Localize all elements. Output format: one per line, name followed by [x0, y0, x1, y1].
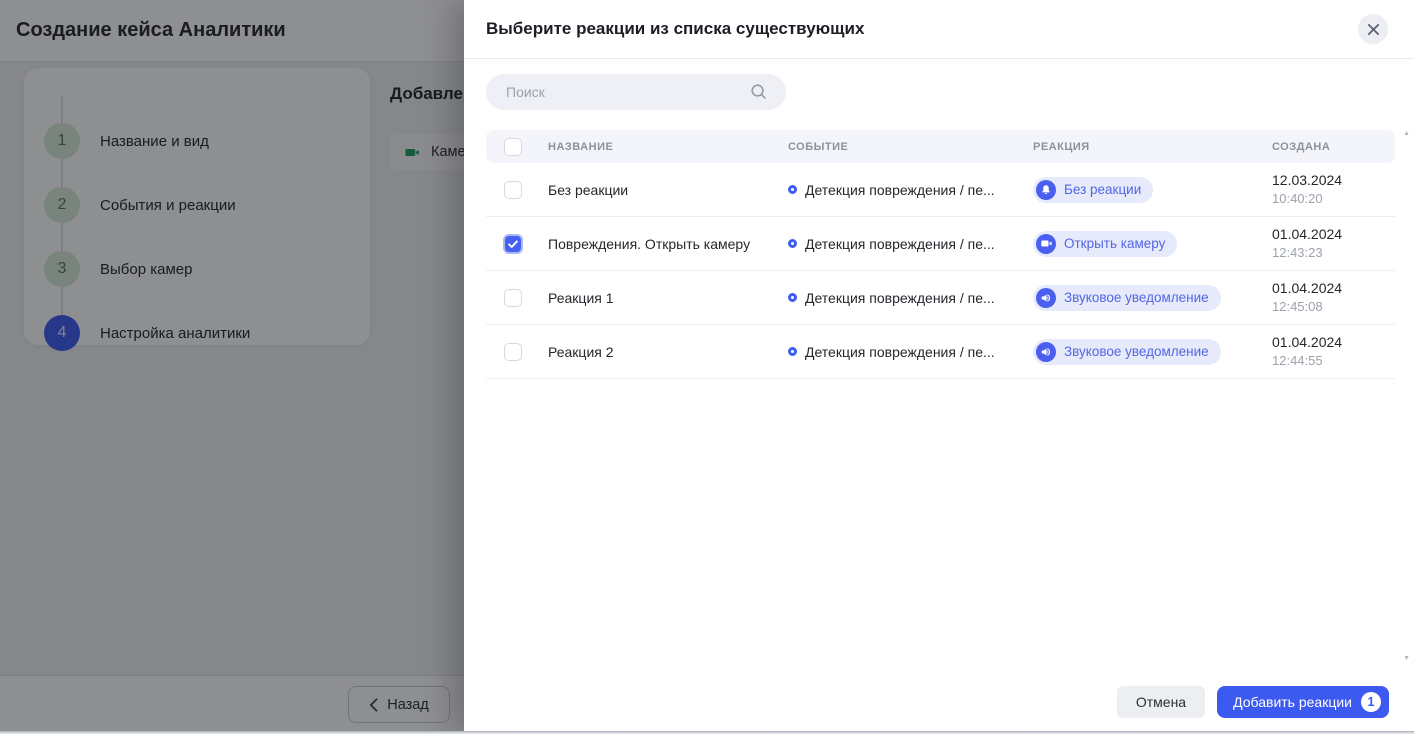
event-cell: Детекция повреждения / пе... — [772, 290, 1017, 306]
created-time: 12:45:08 — [1272, 298, 1395, 317]
column-header-event: СОБЫТИЕ — [772, 141, 1017, 153]
checkmark-icon — [507, 238, 519, 250]
row-checkbox[interactable] — [503, 234, 523, 254]
bell-icon — [1036, 180, 1056, 200]
reaction-cell: Звуковое уведомление — [1017, 339, 1256, 365]
reaction-name: Реакция 1 — [532, 290, 772, 306]
search-wrap — [486, 74, 786, 110]
search-icon — [749, 82, 768, 106]
column-header-created: СОЗДАНА — [1256, 141, 1395, 153]
speaker-icon — [1036, 288, 1056, 308]
row-checkbox[interactable] — [504, 181, 522, 199]
selected-count-badge: 1 — [1361, 692, 1381, 712]
created-cell: 01.04.2024 12:45:08 — [1256, 278, 1395, 317]
created-date: 12.03.2024 — [1272, 170, 1395, 190]
created-cell: 12.03.2024 10:40:20 — [1256, 170, 1395, 209]
modal-footer: Отмена Добавить реакции 1 — [1117, 686, 1389, 718]
event-name: Детекция повреждения / пе... — [805, 182, 995, 198]
reaction-badge: Открыть камеру — [1033, 231, 1177, 257]
event-type-icon — [788, 347, 797, 356]
column-header-reaction: РЕАКЦИЯ — [1017, 141, 1256, 153]
created-date: 01.04.2024 — [1272, 224, 1395, 244]
created-time: 12:44:55 — [1272, 352, 1395, 371]
add-reactions-label: Добавить реакции — [1233, 694, 1352, 710]
created-cell: 01.04.2024 12:43:23 — [1256, 224, 1395, 263]
table-header-row: НАЗВАНИЕ СОБЫТИЕ РЕАКЦИЯ СОЗДАНА — [486, 130, 1395, 163]
modal-title: Выберите реакции из списка существующих — [486, 19, 1358, 39]
modal-header: Выберите реакции из списка существующих — [464, 0, 1414, 59]
table-rows: Без реакции Детекция повреждения / пе...… — [486, 163, 1395, 379]
event-name: Детекция повреждения / пе... — [805, 290, 995, 306]
reaction-badge-label: Звуковое уведомление — [1064, 290, 1209, 305]
reaction-name: Без реакции — [532, 182, 772, 198]
created-date: 01.04.2024 — [1272, 278, 1395, 298]
created-time: 10:40:20 — [1272, 190, 1395, 209]
created-time: 12:43:23 — [1272, 244, 1395, 263]
reaction-cell: Звуковое уведомление — [1017, 285, 1256, 311]
reaction-badge: Без реакции — [1033, 177, 1153, 203]
created-cell: 01.04.2024 12:44:55 — [1256, 332, 1395, 371]
table-row[interactable]: Без реакции Детекция повреждения / пе...… — [486, 163, 1395, 217]
column-header-name: НАЗВАНИЕ — [532, 141, 772, 153]
table-row[interactable]: Повреждения. Открыть камеру Детекция пов… — [486, 217, 1395, 271]
event-name: Детекция повреждения / пе... — [805, 236, 995, 252]
row-checkbox[interactable] — [504, 343, 522, 361]
row-checkbox[interactable] — [504, 289, 522, 307]
reaction-badge-label: Открыть камеру — [1064, 236, 1165, 251]
reaction-name: Реакция 2 — [532, 344, 772, 360]
created-date: 01.04.2024 — [1272, 332, 1395, 352]
table-row[interactable]: Реакция 1 Детекция повреждения / пе... З… — [486, 271, 1395, 325]
event-type-icon — [788, 239, 797, 248]
event-name: Детекция повреждения / пе... — [805, 344, 995, 360]
screen: Создание кейса Аналитики 1 Название и ви… — [0, 0, 1414, 734]
table-row[interactable]: Реакция 2 Детекция повреждения / пе... З… — [486, 325, 1395, 379]
event-type-icon — [788, 293, 797, 302]
reaction-badge: Звуковое уведомление — [1033, 285, 1221, 311]
camera-icon — [1036, 234, 1056, 254]
close-icon — [1367, 23, 1380, 36]
event-cell: Детекция повреждения / пе... — [772, 236, 1017, 252]
speaker-icon — [1036, 342, 1056, 362]
reaction-name: Повреждения. Открыть камеру — [532, 236, 772, 252]
reactions-table: НАЗВАНИЕ СОБЫТИЕ РЕАКЦИЯ СОЗДАНА — [486, 130, 1395, 379]
cancel-button[interactable]: Отмена — [1117, 686, 1205, 718]
event-cell: Детекция повреждения / пе... — [772, 182, 1017, 198]
select-all-checkbox[interactable] — [504, 138, 522, 156]
modal-body: НАЗВАНИЕ СОБЫТИЕ РЕАКЦИЯ СОЗДАНА — [464, 59, 1414, 379]
select-reactions-modal: Выберите реакции из списка существующих … — [464, 0, 1414, 734]
search-input[interactable] — [486, 74, 786, 110]
scroll-down-arrow[interactable]: ▼ — [1403, 655, 1410, 662]
reaction-badge-label: Звуковое уведомление — [1064, 344, 1209, 359]
reaction-badge: Звуковое уведомление — [1033, 339, 1221, 365]
reaction-cell: Без реакции — [1017, 177, 1256, 203]
event-cell: Детекция повреждения / пе... — [772, 344, 1017, 360]
scroll-up-arrow[interactable]: ▲ — [1403, 130, 1410, 137]
add-reactions-button[interactable]: Добавить реакции 1 — [1217, 686, 1389, 718]
reaction-cell: Открыть камеру — [1017, 231, 1256, 257]
event-type-icon — [788, 185, 797, 194]
close-button[interactable] — [1358, 14, 1388, 44]
reaction-badge-label: Без реакции — [1064, 182, 1141, 197]
